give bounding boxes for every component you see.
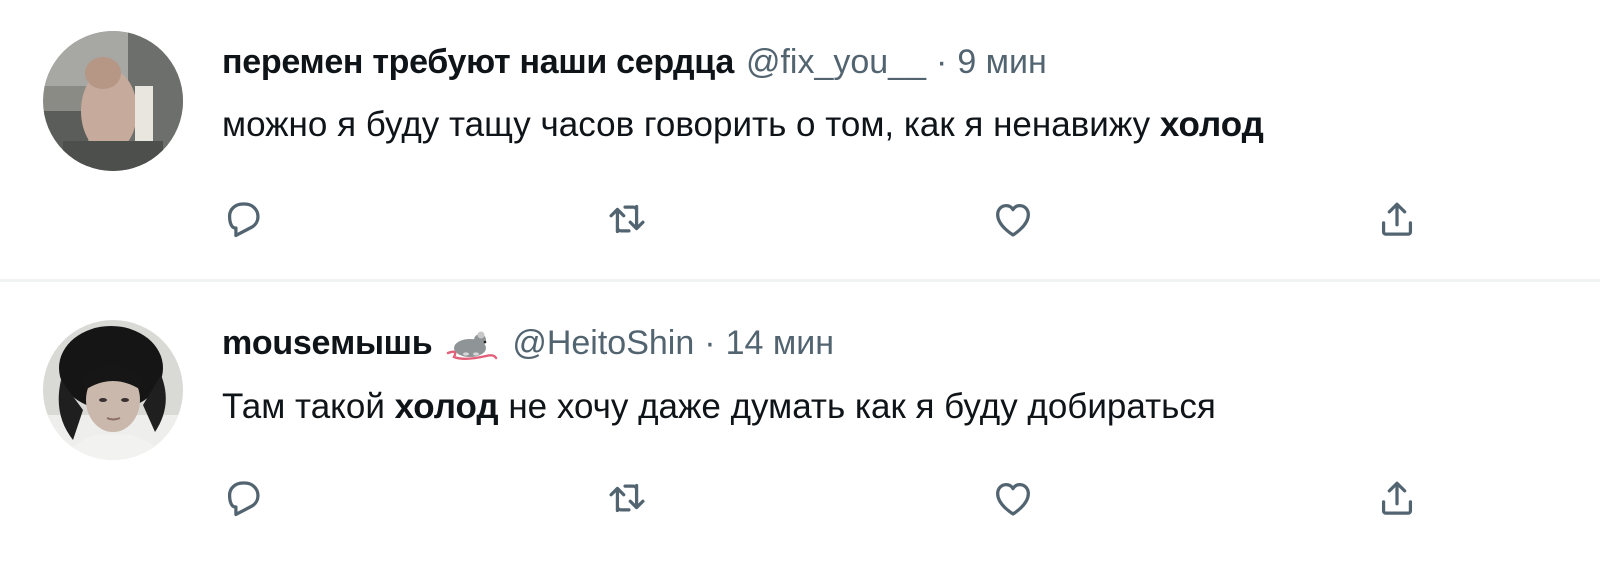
retweet-button[interactable] <box>602 194 652 244</box>
timestamp[interactable]: 14 мин <box>726 323 834 363</box>
timestamp[interactable]: 9 мин <box>957 42 1047 82</box>
rat-emoji-icon <box>444 323 498 363</box>
retweet-icon <box>609 204 645 234</box>
share-button[interactable] <box>1372 473 1422 523</box>
retweet-icon <box>609 483 645 513</box>
user-handle[interactable]: @HeitoShin <box>512 323 694 363</box>
action-bar <box>222 194 1442 244</box>
tweet-header: перемен требуют наши сердца @fix_you__ ·… <box>222 42 1047 82</box>
avatar[interactable] <box>43 31 183 171</box>
tweet[interactable]: mouseмышь @HeitoShin · 14 мин Там такой … <box>0 285 1600 570</box>
highlighted-word: холод <box>394 387 499 426</box>
tweet[interactable]: перемен требуют наши сердца @fix_you__ ·… <box>0 0 1600 282</box>
tweet-text-part: не хочу даже думать как я буду добиратьс… <box>498 387 1216 426</box>
share-button[interactable] <box>1372 194 1422 244</box>
like-icon <box>996 203 1030 237</box>
reply-icon <box>227 202 260 238</box>
tweet-text-part: можно я буду тащу часов говорить о том, … <box>222 105 1160 144</box>
display-name[interactable]: перемен требуют наши сердца <box>222 42 734 82</box>
reply-button[interactable] <box>218 194 268 244</box>
tweet-header: mouseмышь @HeitoShin · 14 мин <box>222 323 834 363</box>
reply-icon <box>227 481 260 517</box>
tweet-text: Там такой холод не хочу даже думать как … <box>222 385 1216 429</box>
like-button[interactable] <box>988 473 1038 523</box>
action-bar <box>222 473 1442 523</box>
highlighted-word: холод <box>1159 105 1264 144</box>
separator: · <box>704 324 716 362</box>
separator: · <box>936 43 948 81</box>
display-name[interactable]: mouseмышь <box>222 323 433 363</box>
reply-button[interactable] <box>218 473 268 523</box>
tweet-text: можно я буду тащу часов говорить о том, … <box>222 103 1264 147</box>
like-button[interactable] <box>988 194 1038 244</box>
share-icon <box>1381 202 1413 236</box>
avatar[interactable] <box>43 320 183 460</box>
tweet-text-part: Там такой <box>222 387 395 426</box>
share-icon <box>1381 481 1413 515</box>
retweet-button[interactable] <box>602 473 652 523</box>
like-icon <box>996 482 1030 516</box>
user-handle[interactable]: @fix_you__ <box>746 42 926 82</box>
